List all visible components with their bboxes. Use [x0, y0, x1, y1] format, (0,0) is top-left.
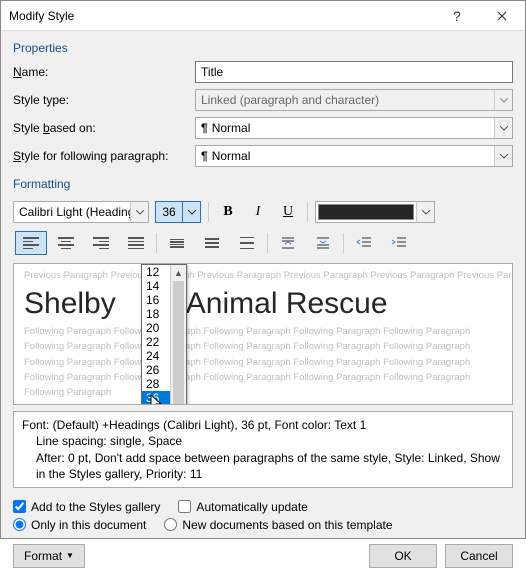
- based-on-label: Style based on:: [13, 121, 195, 135]
- scrollbar[interactable]: ▲ ▼: [170, 265, 186, 405]
- underline-button[interactable]: U: [276, 201, 300, 223]
- preview-title: ShelbyXXld Animal Rescue: [14, 287, 512, 320]
- color-swatch: [318, 204, 414, 220]
- help-button[interactable]: ?: [433, 1, 479, 31]
- align-right-button[interactable]: [85, 231, 117, 255]
- space-before-inc-button[interactable]: [272, 231, 304, 255]
- based-on-combo[interactable]: ¶Normal: [195, 117, 513, 139]
- font-color-combo[interactable]: [315, 201, 435, 223]
- chevron-down-icon[interactable]: [130, 202, 148, 222]
- following-combo[interactable]: ¶Normal: [195, 145, 513, 167]
- align-center-button[interactable]: [50, 231, 82, 255]
- space-before-dec-button[interactable]: [307, 231, 339, 255]
- scroll-up-icon[interactable]: ▲: [171, 265, 186, 281]
- scroll-thumb[interactable]: [173, 281, 184, 405]
- chevron-down-icon[interactable]: [183, 201, 201, 223]
- italic-button[interactable]: I: [246, 201, 270, 223]
- indent-increase-button[interactable]: [383, 231, 415, 255]
- cancel-button[interactable]: Cancel: [445, 544, 513, 568]
- only-document-radio[interactable]: Only in this document: [13, 518, 146, 532]
- chevron-down-icon[interactable]: [416, 202, 434, 222]
- bold-button[interactable]: B: [216, 201, 240, 223]
- following-label: Style for following paragraph:: [13, 149, 195, 163]
- name-label: Name:: [13, 65, 195, 79]
- preview-pane: Previous Paragraph Previous Paragraph Pr…: [13, 263, 513, 405]
- align-justify-button[interactable]: [120, 231, 152, 255]
- font-size-combo[interactable]: 36: [155, 201, 201, 223]
- pilcrow-icon: ¶: [201, 149, 208, 163]
- spacing-medium-button[interactable]: [196, 231, 228, 255]
- style-description: Font: (Default) +Headings (Calibri Light…: [13, 411, 513, 488]
- window-title: Modify Style: [9, 9, 433, 23]
- chevron-down-icon[interactable]: [494, 118, 512, 138]
- svg-text:?: ?: [453, 9, 461, 23]
- indent-decrease-button[interactable]: [348, 231, 380, 255]
- modify-style-dialog: Modify Style ? Properties Name: Style ty…: [0, 0, 526, 539]
- titlebar[interactable]: Modify Style ?: [1, 1, 525, 31]
- new-documents-radio[interactable]: New documents based on this template: [164, 518, 392, 532]
- font-family-combo[interactable]: Calibri Light (Headings): [13, 201, 149, 223]
- format-button[interactable]: Format ▼: [13, 544, 85, 568]
- font-size-dropdown[interactable]: 121416182022242628364872 ▲ ▼: [141, 264, 187, 405]
- align-left-button[interactable]: [15, 231, 47, 255]
- style-type-label: Style type:: [13, 93, 195, 107]
- ok-button[interactable]: OK: [369, 544, 437, 568]
- add-gallery-checkbox[interactable]: Add to the Styles gallery: [13, 500, 160, 514]
- style-type-combo: Linked (paragraph and character): [195, 89, 513, 111]
- properties-heading: Properties: [13, 41, 513, 55]
- name-input[interactable]: [195, 61, 513, 83]
- chevron-down-icon[interactable]: [494, 146, 512, 166]
- spacing-loose-button[interactable]: [231, 231, 263, 255]
- paragraph-toolbar: [13, 231, 513, 255]
- spacing-tight-button[interactable]: [161, 231, 193, 255]
- pilcrow-icon: ¶: [201, 121, 208, 135]
- formatting-heading: Formatting: [13, 177, 513, 191]
- chevron-down-icon: [494, 90, 512, 110]
- auto-update-checkbox[interactable]: Automatically update: [178, 500, 307, 514]
- close-button[interactable]: [479, 1, 525, 31]
